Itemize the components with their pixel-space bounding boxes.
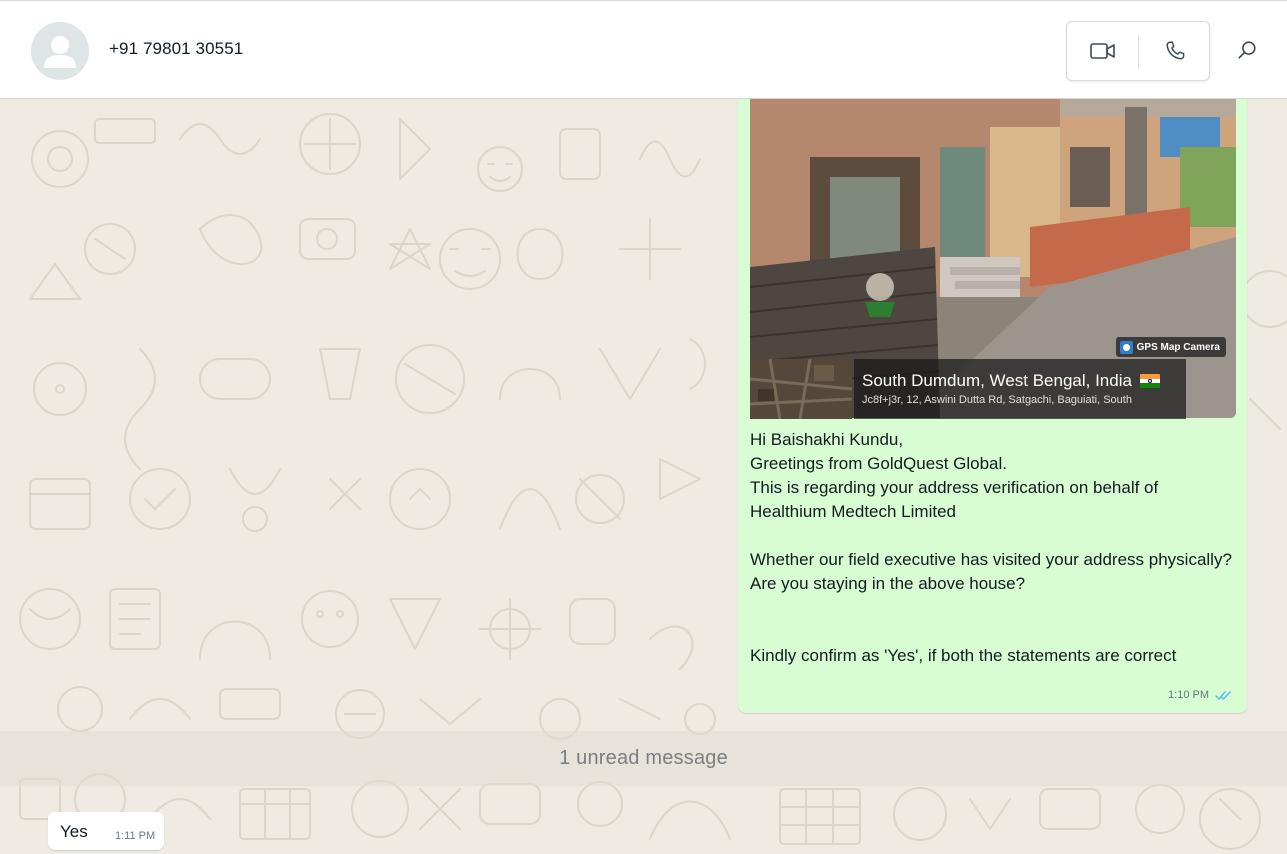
outgoing-message-text: Hi Baishakhi Kundu, Greetings from GoldQ… — [750, 430, 1232, 665]
unread-messages-banner: 1 unread message — [0, 731, 1287, 786]
satellite-map-thumbnail — [749, 358, 853, 420]
chat-header: +91 79801 30551 — [0, 0, 1287, 99]
phone-icon — [1165, 41, 1184, 60]
video-camera-icon — [1089, 43, 1115, 59]
outgoing-message-meta: 1:10 PM — [1168, 689, 1231, 701]
incoming-message-text: Yes — [60, 822, 88, 841]
gps-map-camera-badge: GPS Map Camera — [1115, 337, 1226, 357]
gps-location-strip: South Dumdum, West Bengal, India Jc8f+j3… — [749, 358, 1212, 420]
search-icon — [1238, 41, 1256, 59]
map-camera-icon — [1119, 340, 1133, 354]
outgoing-message-bubble[interactable]: GPS Map Camera South Dumdum, West Bengal… — [738, 99, 1247, 713]
search-in-chat-button[interactable] — [1228, 31, 1266, 69]
contact-name[interactable]: +91 79801 30551 — [109, 39, 243, 59]
default-avatar-icon — [44, 36, 76, 68]
gps-address: Jc8f+j3r, 12, Aswini Dutta Rd, Satgachi,… — [862, 394, 1132, 406]
chat-area[interactable]: GPS Map Camera South Dumdum, West Bengal… — [0, 99, 1287, 854]
double-check-read-icon — [1215, 690, 1231, 700]
unread-messages-label: 1 unread message — [559, 747, 728, 769]
gps-place-name: South Dumdum, West Bengal, India — [862, 371, 1178, 391]
video-call-button[interactable] — [1067, 22, 1138, 80]
incoming-message-bubble[interactable]: Yes 1:11 PM — [48, 812, 164, 850]
call-buttons-group — [1066, 21, 1210, 81]
voice-call-button[interactable] — [1139, 22, 1210, 80]
outgoing-message-time: 1:10 PM — [1168, 689, 1209, 701]
contact-avatar[interactable] — [31, 22, 89, 80]
incoming-message-time: 1:11 PM — [115, 830, 156, 842]
gps-mini-map — [749, 358, 853, 420]
gps-location-info: South Dumdum, West Bengal, India Jc8f+j3… — [854, 359, 1186, 419]
india-flag-icon — [1139, 374, 1160, 388]
